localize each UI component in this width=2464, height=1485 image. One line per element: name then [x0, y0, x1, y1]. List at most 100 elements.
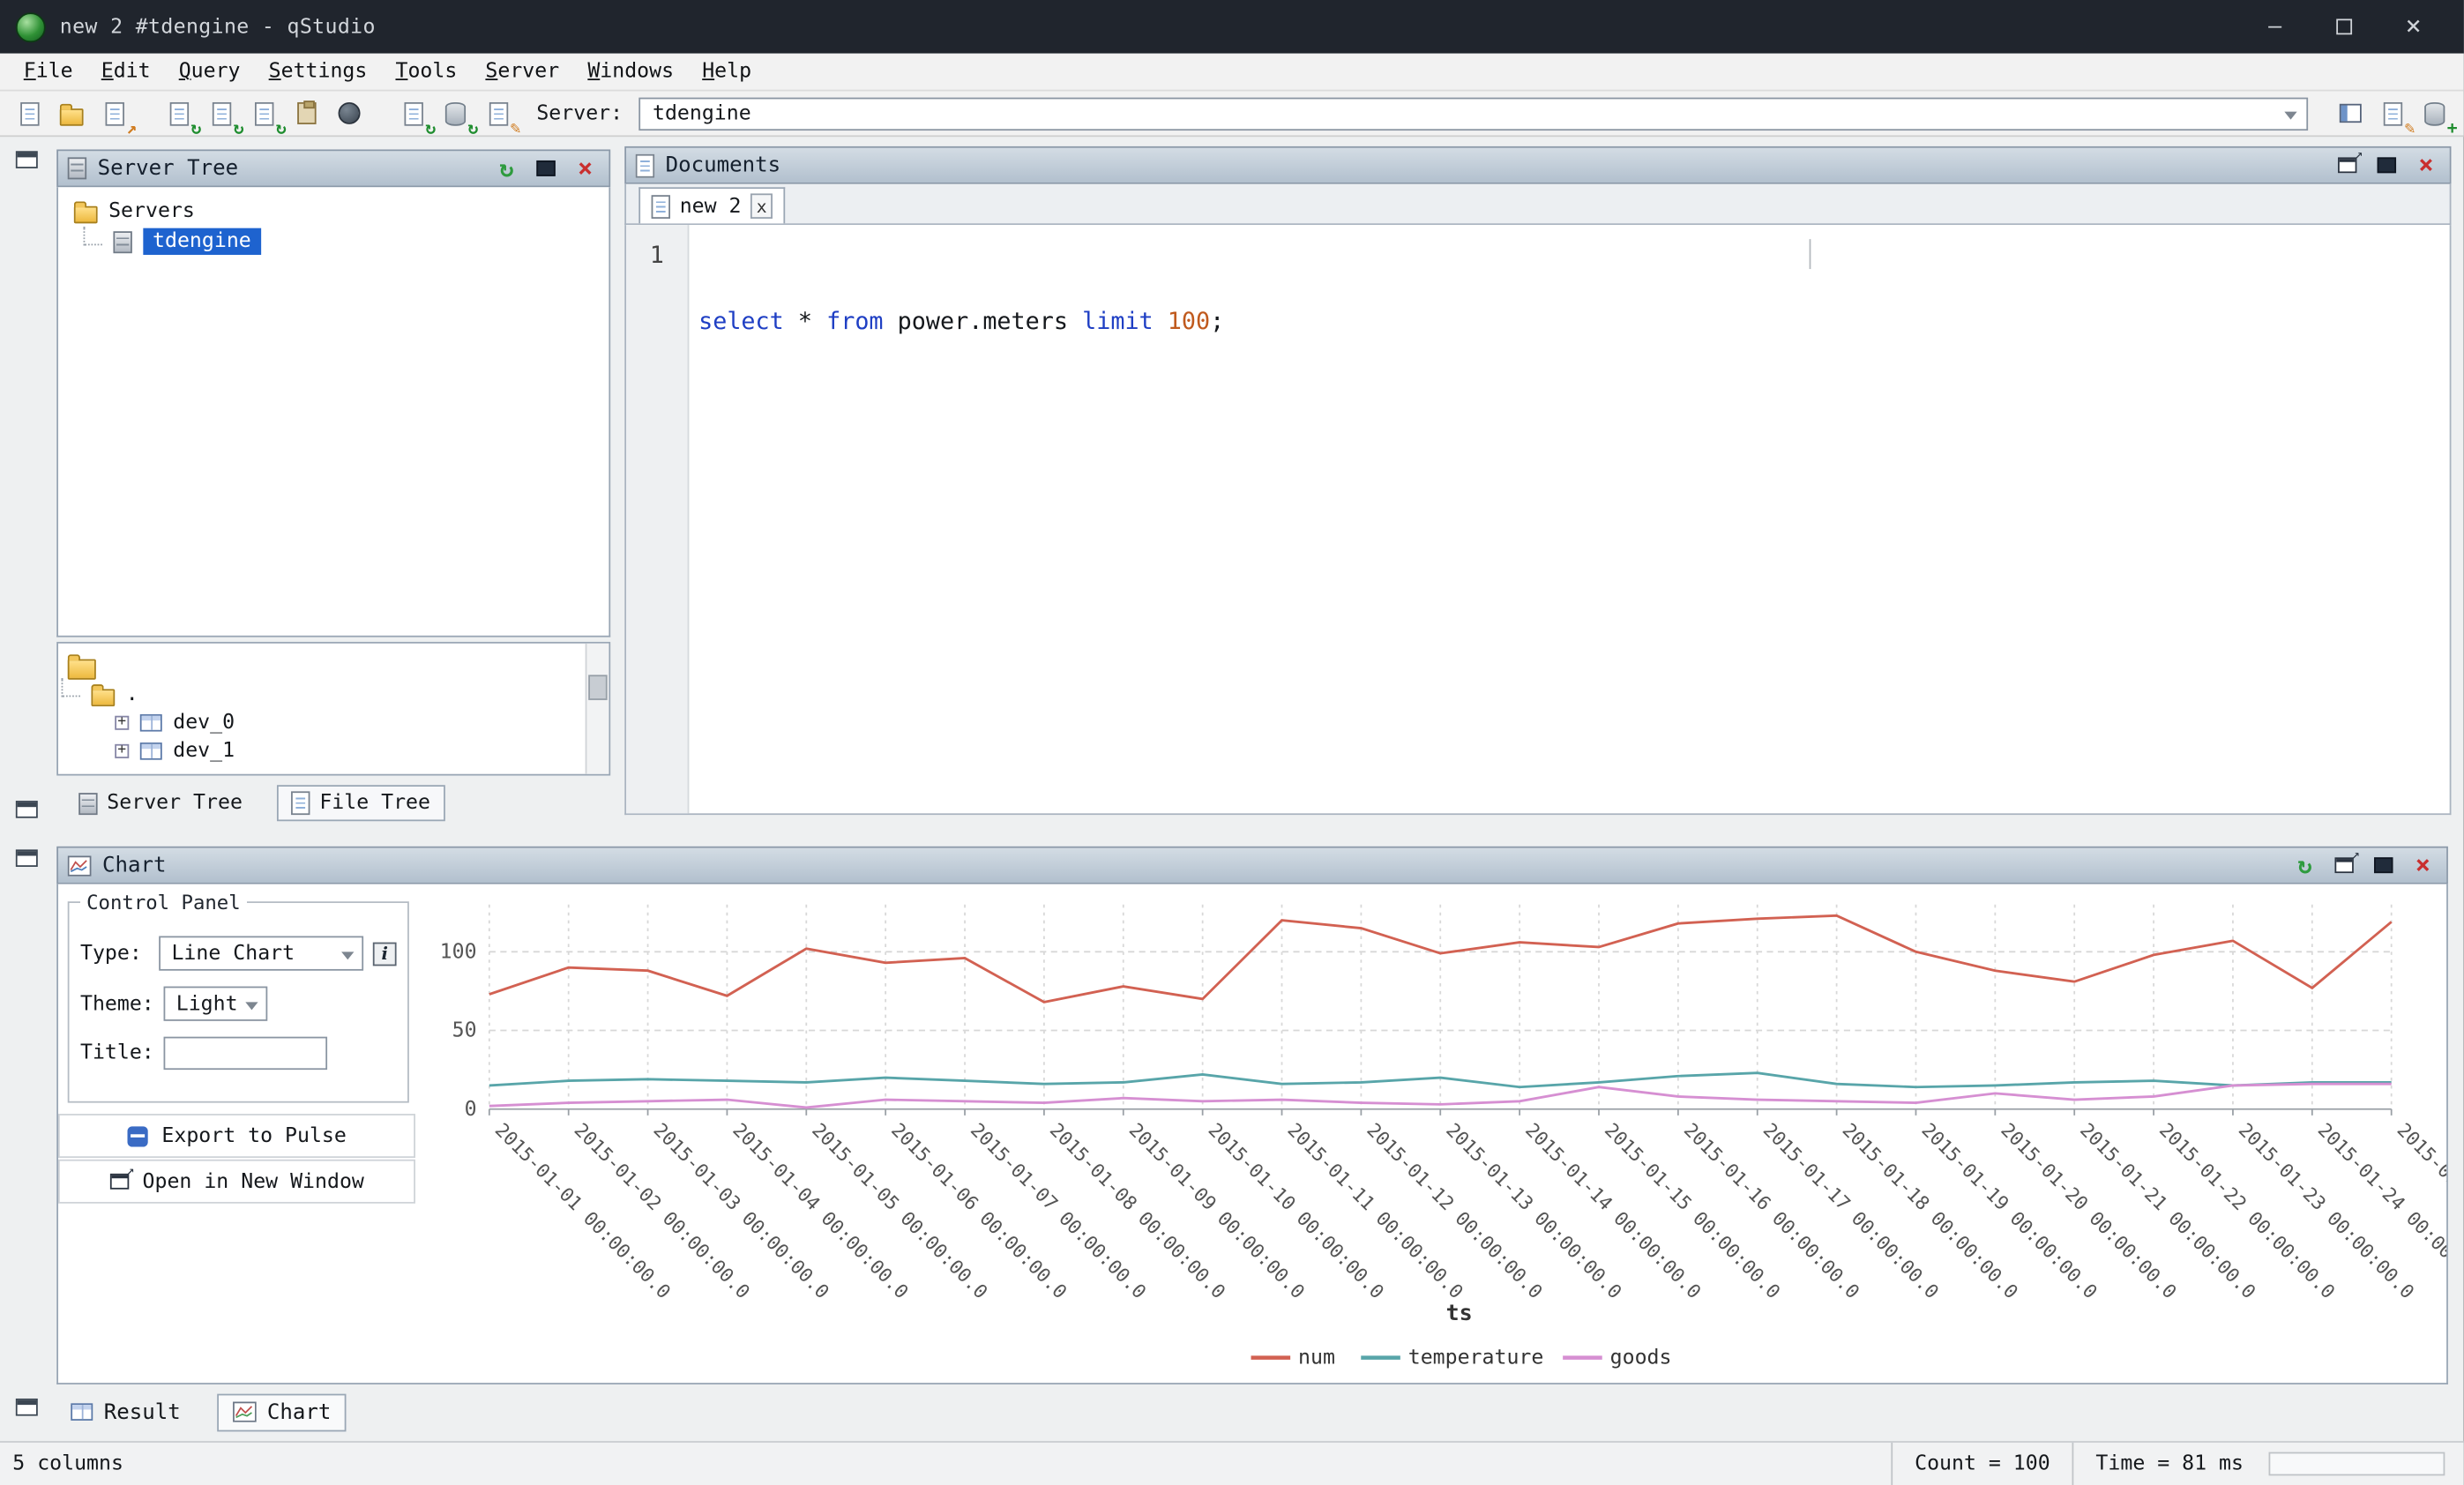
maximize-button[interactable]	[2310, 0, 2378, 54]
left-panel-tabs: Server Tree File Tree	[56, 776, 610, 825]
minimize-button[interactable]: —	[2240, 0, 2309, 54]
refresh-document-button[interactable]: ↻	[397, 97, 429, 130]
chart-type-select[interactable]: Line Chart	[159, 936, 363, 970]
close-panel-button[interactable]: ×	[571, 154, 600, 183]
result-tab-icon	[71, 1403, 93, 1421]
popout-icon: ↗	[2338, 157, 2356, 173]
chart-panel: Chart ↻ ↗ × Control Panel Type: Line Cha…	[56, 847, 2448, 1384]
menu-server[interactable]: Server	[471, 54, 573, 90]
menu-query[interactable]: Query	[165, 54, 255, 90]
documents-icon	[636, 153, 654, 177]
svg-text:goods: goods	[1610, 1346, 1672, 1369]
menu-windows[interactable]: Windows	[573, 54, 688, 90]
dock-handle-icon[interactable]	[16, 151, 38, 168]
toggle-panel-button[interactable]	[2333, 97, 2366, 130]
maximize-panel-button[interactable]	[532, 154, 560, 183]
control-panel-legend: Control Panel	[80, 891, 247, 914]
title-row: Title:	[80, 1037, 397, 1070]
maximize-panel-button[interactable]	[2372, 151, 2401, 179]
code-token: power.meters	[884, 307, 1083, 335]
menu-bar: File Edit Query Settings Tools Server Wi…	[0, 54, 2464, 92]
expand-icon[interactable]: +	[115, 715, 129, 729]
maximize-panel-button[interactable]	[2370, 851, 2398, 879]
restore-panel-icon[interactable]	[16, 801, 38, 818]
refresh-server-button[interactable]: ↻	[439, 97, 472, 130]
tree-node-dot[interactable]: .	[96, 680, 609, 708]
chart-canvas: 0501002015-01-01 00:00:00.02015-01-02 00…	[417, 884, 2446, 1384]
new-document-button[interactable]	[12, 97, 45, 130]
expand-icon[interactable]: +	[115, 743, 129, 757]
tab-chart[interactable]: Chart	[217, 1393, 347, 1431]
menu-tools[interactable]: Tools	[381, 54, 471, 90]
document-tabstrip: new 2 x	[624, 184, 2451, 225]
close-panel-button[interactable]: ×	[2412, 151, 2440, 179]
code-token: 100	[1154, 307, 1210, 335]
run-file-button[interactable]: ↻	[247, 97, 280, 130]
tab-server-tree[interactable]: Server Tree	[66, 787, 255, 819]
refresh-panel-button[interactable]: ↻	[2291, 851, 2319, 879]
refresh-panel-button[interactable]: ↻	[492, 154, 520, 183]
sql-editor[interactable]: 1 select * from power.meters limit 100;	[624, 225, 2451, 815]
restore-panel-icon[interactable]	[16, 1399, 38, 1416]
tree-node-tdengine[interactable]: tdengine	[118, 227, 609, 257]
control-panel: Control Panel Type: Line Chart i Theme: …	[68, 891, 409, 1103]
chart-title: Chart	[102, 853, 167, 878]
time-status: Time = 81 ms	[2072, 1443, 2266, 1485]
tree-node-label: Servers	[108, 200, 195, 224]
chart-title-input[interactable]	[163, 1037, 327, 1070]
close-panel-button[interactable]: ×	[2408, 851, 2437, 879]
menu-file[interactable]: File	[10, 54, 87, 90]
open-in-new-window-button[interactable]: ↗ Open in New Window	[58, 1160, 415, 1204]
server-tree-title: Server Tree	[98, 156, 239, 182]
code-area[interactable]: select * from power.meters limit 100;	[689, 225, 2449, 813]
open-file-button[interactable]	[55, 97, 87, 130]
menu-settings[interactable]: Settings	[255, 54, 382, 90]
export-to-pulse-button[interactable]: Export to Pulse	[58, 1114, 415, 1158]
server-combobox[interactable]: tdengine	[638, 97, 2308, 130]
code-token: select	[698, 307, 784, 335]
refresh-document-icon: ↻	[425, 119, 436, 137]
tab-close-button[interactable]: x	[750, 193, 773, 219]
edit-server-button[interactable]: ✎	[2376, 97, 2408, 130]
title-bar: new 2 #tdengine - qStudio — ×	[0, 0, 2464, 54]
table-icon	[140, 713, 162, 731]
tree-node-dev0[interactable]: + dev_0	[115, 708, 609, 736]
dock-handle-icon[interactable]	[16, 849, 38, 867]
add-server-button[interactable]: +	[2418, 97, 2451, 130]
vertical-scrollbar[interactable]	[586, 644, 609, 774]
tab-label: Server Tree	[107, 791, 243, 815]
documents-title: Documents	[666, 153, 781, 178]
popout-arrow-icon: ↗	[2351, 848, 2360, 864]
title-label: Title:	[80, 1041, 154, 1065]
tree-node-dev1[interactable]: + dev_1	[115, 736, 609, 765]
run-query-button[interactable]: ↻	[162, 97, 195, 130]
info-icon[interactable]: i	[373, 942, 397, 966]
close-button[interactable]: ×	[2378, 0, 2447, 54]
stop-query-button[interactable]	[332, 97, 364, 130]
edit-document-button[interactable]: ✎	[482, 97, 514, 130]
svg-text:ts: ts	[1446, 1300, 1473, 1325]
chart-theme-select[interactable]: Light	[163, 987, 267, 1021]
clipboard-icon	[296, 102, 315, 124]
paste-button[interactable]	[289, 97, 322, 130]
tab-new-2[interactable]: new 2 x	[638, 187, 785, 223]
run-line-button[interactable]: ↻	[205, 97, 237, 130]
popout-panel-button[interactable]: ↗	[2330, 851, 2358, 879]
popout-panel-button[interactable]: ↗	[2333, 151, 2362, 179]
server-pencil-icon: ✎	[2405, 119, 2415, 137]
tab-label: Chart	[267, 1399, 332, 1425]
save-button[interactable]: ↗	[98, 97, 131, 130]
chart-content: Control Panel Type: Line Chart i Theme: …	[56, 884, 2448, 1384]
tree-node-servers[interactable]: Servers	[74, 197, 609, 227]
menu-edit[interactable]: Edit	[87, 54, 165, 90]
tab-result[interactable]: Result	[56, 1395, 195, 1429]
type-row: Type: Line Chart i	[80, 936, 397, 970]
code-token: from	[826, 307, 883, 335]
tree-node-root-folder[interactable]	[68, 652, 609, 680]
chart-icon	[68, 855, 92, 876]
documents-titlebar: Documents ↗ ×	[624, 146, 2451, 184]
panel-layout-icon	[2339, 104, 2361, 123]
menu-help[interactable]: Help	[688, 54, 765, 90]
scrollbar-thumb[interactable]	[588, 675, 607, 700]
tab-file-tree[interactable]: File Tree	[277, 785, 444, 821]
